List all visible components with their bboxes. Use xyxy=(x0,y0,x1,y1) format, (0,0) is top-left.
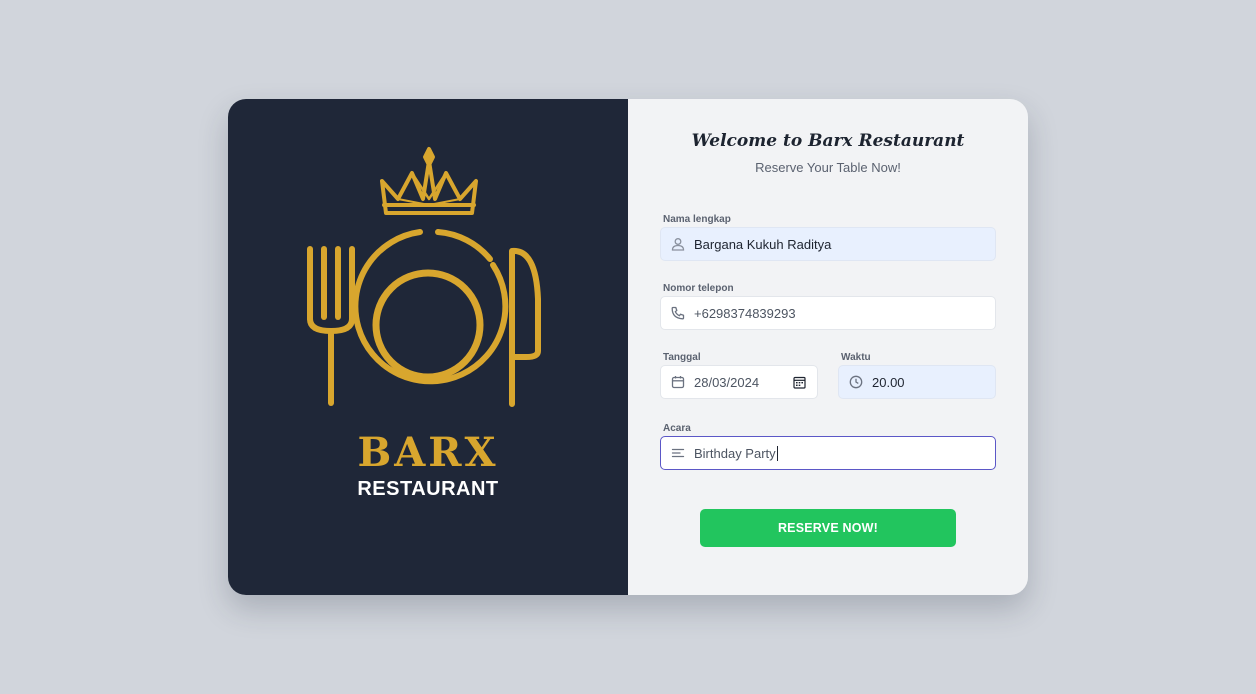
phone-icon xyxy=(671,306,685,320)
time-field[interactable]: 20.00 xyxy=(838,365,996,399)
date-value: 28/03/2024 xyxy=(694,374,760,390)
form-subtitle: Reserve Your Table Now! xyxy=(755,160,901,175)
reserve-button[interactable]: RESERVE NOW! xyxy=(700,509,956,547)
event-label: Acara xyxy=(663,423,691,434)
form-title: Welcome to Barx Restaurant xyxy=(691,131,965,151)
name-value: Bargana Kukuh Raditya xyxy=(694,236,832,252)
date-label: Tanggal xyxy=(663,352,701,363)
brand-name: BARX xyxy=(357,429,499,476)
date-field[interactable]: 28/03/2024 xyxy=(660,365,818,399)
time-label: Waktu xyxy=(841,352,871,363)
phone-label: Nomor telepon xyxy=(663,283,734,294)
brand-panel: BARX RESTAURANT xyxy=(228,99,628,595)
reservation-form: Welcome to Barx Restaurant Reserve Your … xyxy=(628,99,1028,595)
event-value: Birthday Party xyxy=(694,445,776,461)
calendar-icon xyxy=(671,375,685,389)
text-lines-icon xyxy=(671,446,685,460)
phone-value: +6298374839293 xyxy=(694,305,796,321)
calendar-picker-icon[interactable] xyxy=(793,376,806,389)
restaurant-logo xyxy=(307,147,541,407)
brand-tagline: RESTAURANT xyxy=(357,478,499,500)
time-value: 20.00 xyxy=(872,374,905,390)
name-label: Nama lengkap xyxy=(663,214,731,225)
user-icon xyxy=(671,237,685,251)
text-cursor xyxy=(776,445,778,461)
reservation-card: BARX RESTAURANT Welcome to Barx Restaura… xyxy=(228,99,1028,595)
clock-icon xyxy=(849,375,863,389)
name-field[interactable]: Bargana Kukuh Raditya xyxy=(660,227,996,261)
event-field[interactable]: Birthday Party xyxy=(660,436,996,470)
phone-field[interactable]: +6298374839293 xyxy=(660,296,996,330)
